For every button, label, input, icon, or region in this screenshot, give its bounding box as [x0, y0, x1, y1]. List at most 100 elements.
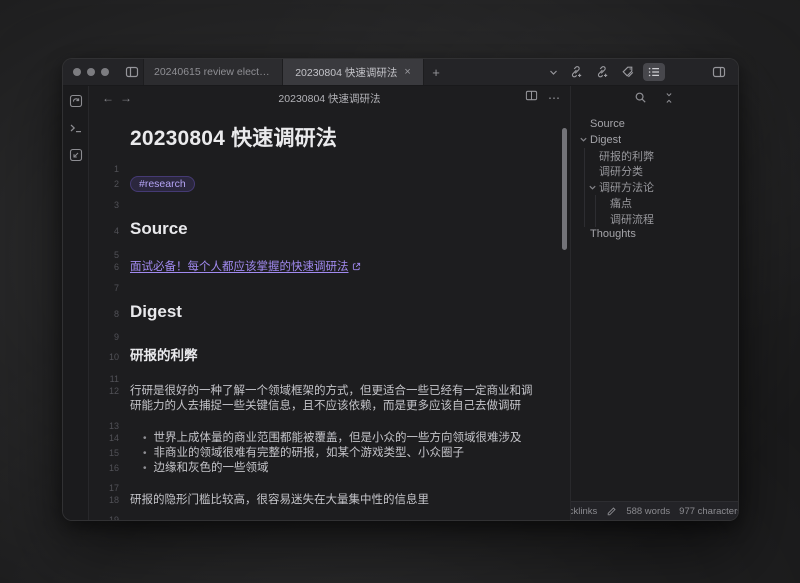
new-tab-button[interactable]: +: [424, 59, 448, 85]
outline-tree: Source Digest 研报的利弊调研分类调研方法论痛点调研流程Thoughts: [571, 114, 738, 501]
line-content: •边缘和灰色的一些领域: [130, 461, 570, 476]
line-text: 行研是很好的一种了解一个领域框架的方式，但更适合一些已经有一定商业和调研能力的人…: [130, 385, 533, 412]
line-content: 面试必备！每个人都应该掌握的快速调研法: [130, 260, 570, 276]
editor-line: 18研报的隐形门槛比较高，很容易迷失在大量集中性的信息里: [89, 493, 570, 508]
tag-pill[interactable]: #research: [130, 176, 195, 192]
line-number: 15: [89, 448, 130, 458]
editor-line: 11: [89, 367, 570, 384]
right-sidebar-toggle-icon[interactable]: [708, 59, 730, 85]
line-number: 9: [89, 332, 130, 342]
forward-icon[interactable]: →: [117, 91, 135, 105]
outline-item-label: Source: [590, 118, 625, 130]
external-link[interactable]: 面试必备！每个人都应该掌握的快速调研法: [130, 261, 349, 273]
window-body: ← → 20230804 快速调研法 ⋯ 20230804 快速调研法 1 2#r…: [63, 86, 738, 521]
editor-pane: ← → 20230804 快速调研法 ⋯ 20230804 快速调研法 1 2#r…: [89, 86, 570, 521]
bullet-marker: •: [143, 433, 147, 444]
random-note-icon[interactable]: [65, 94, 87, 108]
outline-item[interactable]: 调研分类: [571, 163, 738, 179]
line-content: [130, 243, 570, 258]
editor-header: ← → 20230804 快速调研法 ⋯: [89, 86, 570, 110]
backlink-add-icon[interactable]: [565, 63, 587, 81]
editor-scrollbar-thumb[interactable]: [562, 128, 567, 250]
line-number: 16: [89, 463, 130, 473]
outline-item[interactable]: 痛点: [571, 195, 738, 211]
chevron-down-icon[interactable]: [579, 135, 590, 144]
tab-review-electron-ipc[interactable]: 20240615 review electron IPC: [143, 59, 282, 85]
window-controls: [73, 59, 121, 85]
editor-line: 8Digest: [89, 293, 570, 326]
tags-icon[interactable]: [617, 63, 639, 81]
app-window: 20240615 review electron IPC 20230804 快速…: [62, 58, 739, 521]
chevron-down-icon[interactable]: [588, 183, 599, 192]
left-icon-rail: [63, 86, 89, 521]
outline-list-icon[interactable]: [643, 63, 665, 81]
editor-rows: 12#research34Source56面试必备！每个人都应该掌握的快速调研法…: [89, 157, 570, 521]
bullet-marker: •: [143, 448, 147, 459]
terminal-icon[interactable]: [65, 121, 87, 135]
minimize-window-button[interactable]: [87, 68, 95, 76]
editor-line: 10研报的利弊: [89, 342, 570, 367]
editor-line: 3: [89, 194, 570, 211]
tab-label: 20240615 review electron IPC: [154, 66, 272, 78]
search-icon[interactable]: [634, 91, 647, 109]
line-number: 18: [89, 495, 130, 505]
outline-item-label: 研报的利弊: [599, 148, 654, 164]
note-title: 20230804 快速调研法: [130, 122, 542, 152]
line-content: [130, 477, 570, 492]
tab-quick-research-active[interactable]: 20230804 快速调研法 ×: [282, 59, 424, 85]
line-number: 8: [89, 309, 130, 319]
editor-line: 13: [89, 414, 570, 431]
line-text: Digest: [130, 302, 182, 321]
collapse-all-icon[interactable]: [663, 91, 675, 109]
line-content: [130, 194, 570, 209]
outline-item[interactable]: 研报的利弊: [571, 148, 738, 164]
back-icon[interactable]: ←: [99, 91, 117, 105]
line-number: 4: [89, 226, 130, 236]
editor-line: 7: [89, 276, 570, 293]
line-number: 2: [89, 179, 130, 189]
bullet-marker: •: [143, 463, 147, 474]
left-sidebar-toggle-icon[interactable]: [121, 59, 143, 85]
external-link-icon: [352, 261, 361, 276]
editor-line: 17: [89, 477, 570, 494]
tab-bar: 20240615 review electron IPC 20230804 快速…: [63, 59, 738, 86]
line-content: [130, 276, 570, 291]
line-number: 6: [89, 262, 130, 272]
line-text: 研报的利弊: [130, 348, 198, 363]
outline-item[interactable]: Source: [571, 116, 738, 132]
line-number: 5: [89, 250, 130, 260]
line-text: 研报的隐形门槛比较高，很容易迷失在大量集中性的信息里: [130, 494, 429, 506]
outline-item[interactable]: Digest: [571, 132, 738, 148]
line-number: 13: [89, 421, 130, 431]
zoom-window-button[interactable]: [101, 68, 109, 76]
line-content: Digest: [130, 293, 570, 326]
line-content: 研报的隐形门槛比较高，很容易迷失在大量集中性的信息里: [130, 493, 570, 508]
canvas-icon[interactable]: [65, 148, 87, 162]
line-number: 14: [89, 433, 130, 443]
outline-item[interactable]: 调研流程: [571, 211, 738, 227]
outline-item[interactable]: 调研方法论: [571, 179, 738, 195]
editor-line: 4Source: [89, 210, 570, 243]
line-content: 研报的利弊: [130, 342, 570, 367]
editor-line: 1: [89, 157, 570, 174]
line-number: 19: [89, 515, 130, 521]
outline-item-label: Thoughts: [590, 228, 636, 240]
outline-item-label: Digest: [590, 134, 621, 146]
link-add-icon[interactable]: [591, 63, 613, 81]
outline-item[interactable]: Thoughts: [571, 227, 738, 243]
line-content: •非商业的领域很难有完整的研报，如某个游戏类型、小众圈子: [130, 446, 570, 461]
outline-panel-header: [571, 86, 738, 114]
editor-line: 14 • 世界上成体量的商业范围都能被覆盖，但是小众的一些方向领域很难涉及: [89, 431, 570, 446]
chevron-down-icon[interactable]: [543, 59, 565, 85]
outline-item-label: 调研方法论: [599, 179, 654, 195]
close-window-button[interactable]: [73, 68, 81, 76]
more-options-icon[interactable]: ⋯: [548, 91, 560, 105]
status-bar: 0 backlinks 588 words 977 characters: [571, 501, 738, 521]
edit-mode-icon: [606, 506, 617, 517]
line-content: #research: [130, 174, 570, 194]
reading-view-icon[interactable]: [525, 89, 538, 107]
line-content: Source: [130, 210, 570, 243]
bullet-text: 世界上成体量的商业范围都能被覆盖，但是小众的一些方向领域很难涉及: [154, 432, 522, 444]
close-tab-icon[interactable]: ×: [404, 67, 410, 78]
line-text: Source: [130, 219, 188, 238]
